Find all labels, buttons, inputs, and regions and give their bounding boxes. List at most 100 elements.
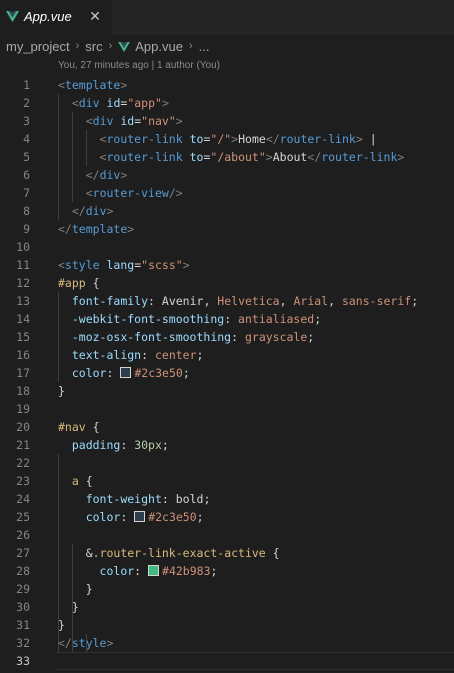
line-number: 20	[16, 420, 30, 434]
code-line[interactable]: 4 <router-link to="/">Home</router-link>…	[0, 130, 454, 148]
line-number: 33	[16, 654, 30, 668]
code-line[interactable]: 2 <div id="app">	[0, 94, 454, 112]
line-number: 30	[16, 600, 30, 614]
code-text: font-family: Avenir, Helvetica, Arial, s…	[71, 294, 419, 308]
code-text: color: #2c3e50;	[71, 366, 190, 380]
code-line[interactable]: 26	[0, 526, 454, 544]
code-text: <router-view/>	[85, 186, 183, 200]
code-line[interactable]: 13 font-family: Avenir, Helvetica, Arial…	[0, 292, 454, 310]
code-text: }	[85, 582, 93, 596]
line-number: 10	[16, 240, 30, 254]
code-text: <div id="nav">	[85, 114, 183, 128]
line-number: 19	[16, 402, 30, 416]
code-line[interactable]: 24 font-weight: bold;	[0, 490, 454, 508]
code-text: </div>	[85, 168, 128, 182]
code-text: color: #2c3e50;	[85, 510, 204, 524]
code-line[interactable]: 12 #app {	[0, 274, 454, 292]
code-line[interactable]: 33	[0, 652, 454, 670]
code-line[interactable]: 21 padding: 30px;	[0, 436, 454, 454]
line-number: 5	[23, 150, 30, 164]
code-line[interactable]: 19	[0, 400, 454, 418]
code-text: -moz-osx-font-smoothing: grayscale;	[71, 330, 315, 344]
line-number: 16	[16, 348, 30, 362]
code-line[interactable]: 23 a {	[0, 472, 454, 490]
tab-title: App.vue	[24, 9, 72, 24]
tab-bar: App.vue ✕	[0, 0, 454, 34]
code-text: color: #42b983;	[99, 564, 218, 578]
code-line[interactable]: 16 text-align: center;	[0, 346, 454, 364]
code-line[interactable]: 17 color: #2c3e50;	[0, 364, 454, 382]
line-number: 29	[16, 582, 30, 596]
code-line[interactable]: 8 </div>	[0, 202, 454, 220]
code-text: }	[58, 618, 65, 632]
code-text: </div>	[71, 204, 114, 218]
code-line[interactable]: 30 }	[0, 598, 454, 616]
line-number: 12	[16, 276, 30, 290]
code-line[interactable]: 18}	[0, 382, 454, 400]
code-line[interactable]: 5 <router-link to="/about">About</router…	[0, 148, 454, 166]
code-line[interactable]: 14 -webkit-font-smoothing: antialiased;	[0, 310, 454, 328]
code-line[interactable]: 32 </style>	[0, 634, 454, 652]
vue-logo-icon	[6, 11, 19, 22]
code-line[interactable]: 3 <div id="nav">	[0, 112, 454, 130]
code-line[interactable]: 7 <router-view/>	[0, 184, 454, 202]
line-number: 23	[16, 474, 30, 488]
line-number: 24	[16, 492, 30, 506]
code-line[interactable]: 9 </template>	[0, 220, 454, 238]
breadcrumb-item-src[interactable]: src	[85, 39, 102, 54]
vue-logo-icon	[118, 42, 131, 52]
code-text: #nav {	[58, 420, 100, 434]
code-line[interactable]: 31}	[0, 616, 454, 634]
breadcrumb: my_project › src › App.vue › ...	[0, 34, 454, 58]
line-number: 28	[16, 564, 30, 578]
code-text: }	[71, 600, 79, 614]
breadcrumb-item-project[interactable]: my_project	[6, 39, 70, 54]
line-number: 26	[16, 528, 30, 542]
tab-app-vue[interactable]: App.vue ✕	[0, 0, 112, 34]
code-text: }	[58, 384, 65, 398]
breadcrumb-item-file[interactable]: App.vue	[135, 39, 183, 54]
code-line[interactable]: 11 <style lang="scss">	[0, 256, 454, 274]
line-number: 9	[23, 222, 30, 236]
code-line[interactable]: 25 color: #2c3e50;	[0, 508, 454, 526]
code-editor[interactable]: 1 <template> 2 <div id="app"> 3 <div id="na…	[0, 76, 454, 670]
code-line[interactable]: 6 </div>	[0, 166, 454, 184]
code-text: -webkit-font-smoothing: antialiased;	[71, 312, 322, 326]
code-text: </style>	[58, 636, 114, 650]
line-number: 32	[16, 636, 30, 650]
code-line[interactable]: 28 color: #42b983;	[0, 562, 454, 580]
close-icon[interactable]: ✕	[88, 7, 102, 25]
code-line[interactable]: 29 }	[0, 580, 454, 598]
line-number: 6	[23, 168, 30, 182]
color-swatch[interactable]	[120, 367, 132, 378]
line-number: 17	[16, 366, 30, 380]
code-text: #app {	[58, 276, 100, 290]
code-text: text-align: center;	[71, 348, 204, 362]
chevron-right-icon: ›	[188, 40, 193, 52]
line-number: 13	[16, 294, 30, 308]
code-line[interactable]: 10	[0, 238, 454, 256]
code-text: &.router-link-exact-active {	[85, 546, 280, 560]
code-line[interactable]: 20 #nav {	[0, 418, 454, 436]
code-text: <router-link to="/">Home</router-link> |	[99, 132, 377, 146]
line-number: 8	[23, 204, 30, 218]
code-line[interactable]: 27 &.router-link-exact-active {	[0, 544, 454, 562]
chevron-right-icon: ›	[75, 40, 80, 52]
code-text: <style lang="scss">	[58, 258, 190, 272]
git-blame-codelens[interactable]: You, 27 minutes ago | 1 author (You)	[0, 58, 454, 76]
code-line[interactable]: 22	[0, 454, 454, 472]
code-text: padding: 30px;	[71, 438, 169, 452]
chevron-right-icon: ›	[108, 40, 113, 52]
code-line[interactable]: 15 -moz-osx-font-smoothing: grayscale;	[0, 328, 454, 346]
line-number: 7	[23, 186, 30, 200]
code-text: <router-link to="/about">About</router-l…	[99, 150, 405, 164]
line-number: 11	[16, 258, 30, 272]
color-swatch[interactable]	[134, 511, 146, 522]
line-number: 22	[16, 456, 30, 470]
color-swatch[interactable]	[148, 565, 160, 576]
breadcrumb-item-more[interactable]: ...	[199, 39, 210, 54]
line-number: 21	[16, 438, 30, 452]
code-line[interactable]: 1 <template>	[0, 76, 454, 94]
line-number: 1	[23, 78, 30, 92]
line-number: 3	[23, 114, 30, 128]
